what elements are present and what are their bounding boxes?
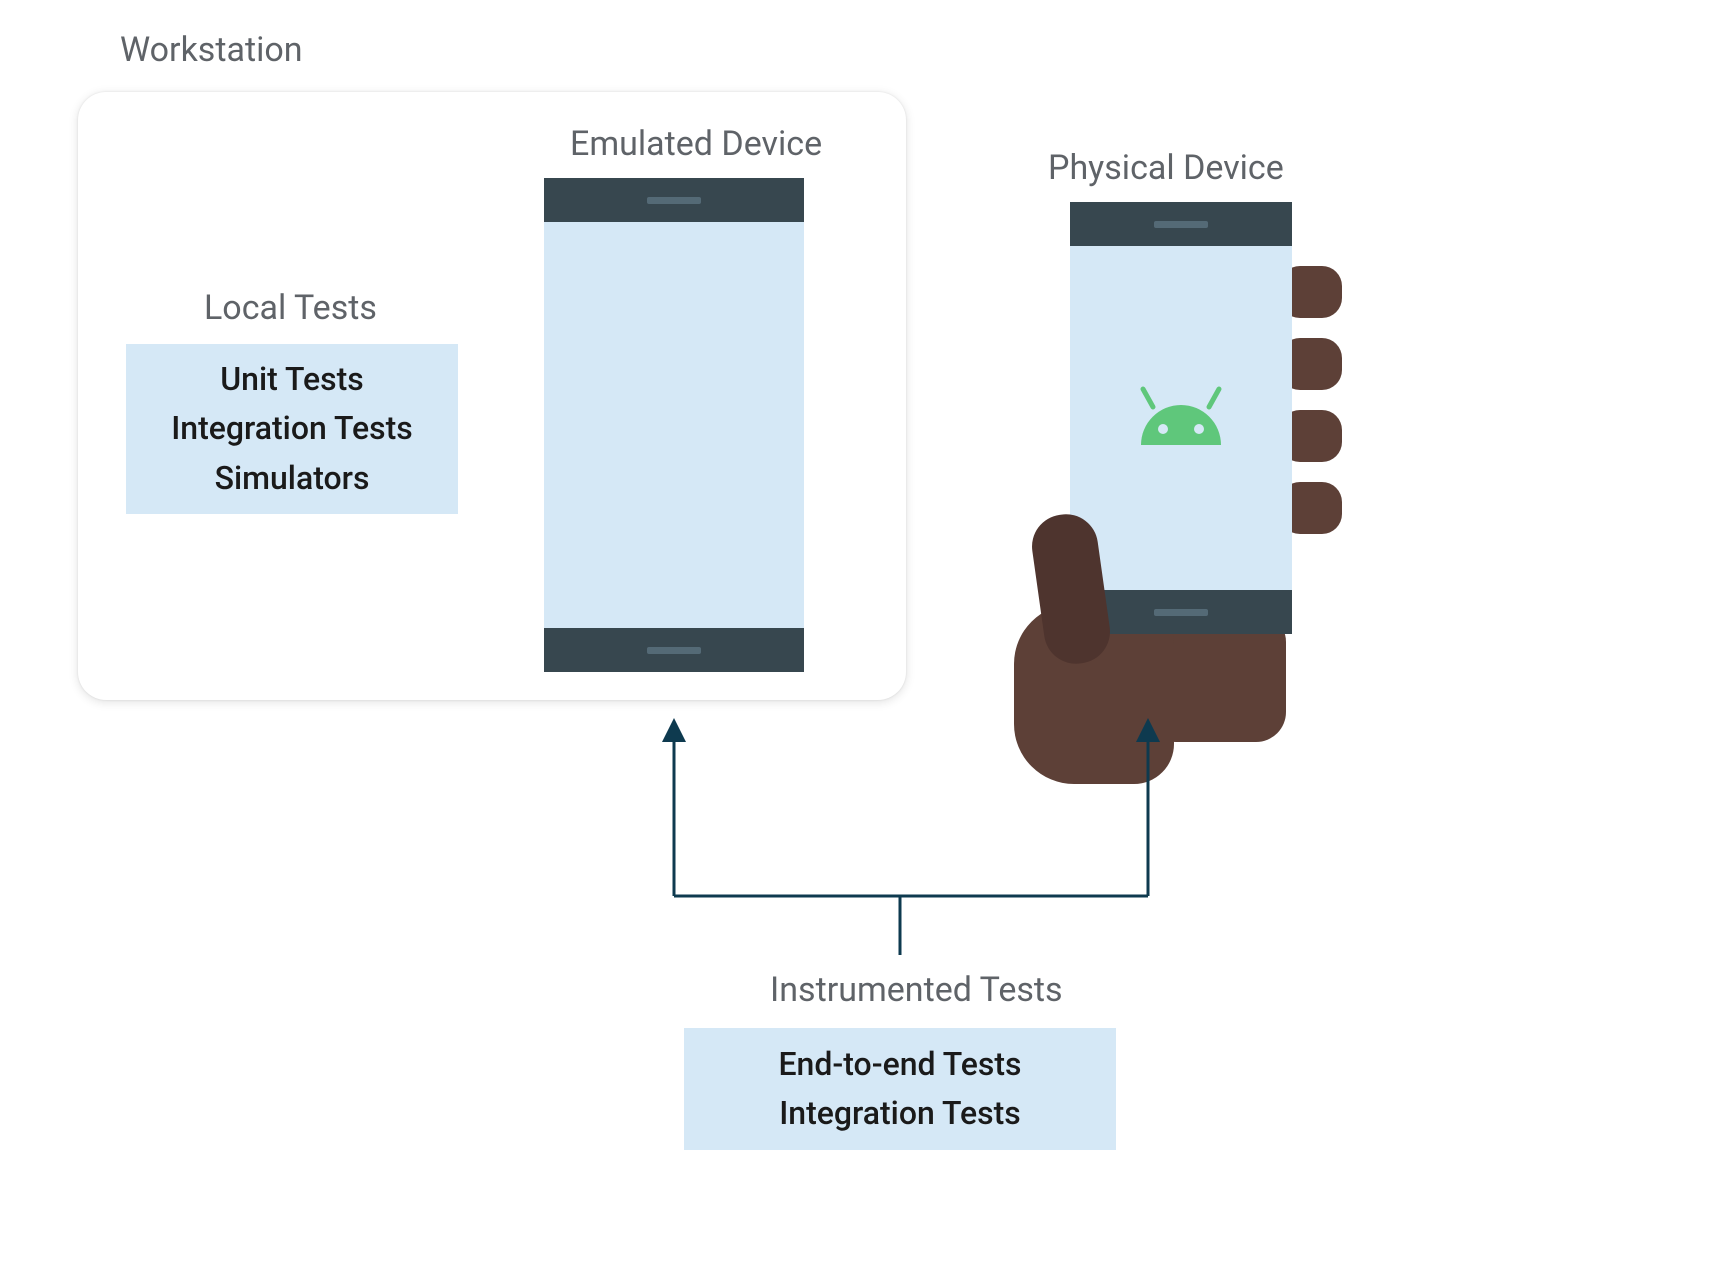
phone-top-bar — [544, 178, 804, 222]
android-logo-icon — [1121, 373, 1241, 463]
physical-device-label: Physical Device — [1048, 148, 1284, 188]
local-tests-item-unit: Unit Tests — [220, 358, 364, 401]
instrumented-tests-box: End-to-end Tests Integration Tests — [684, 1028, 1116, 1150]
emulated-device-label: Emulated Device — [570, 124, 822, 164]
local-tests-item-simulators: Simulators — [215, 457, 370, 500]
phone-speaker-icon — [1154, 221, 1208, 228]
instrumented-tests-item-e2e: End-to-end Tests — [778, 1043, 1021, 1086]
phone-bottom-bar — [544, 628, 804, 672]
emulated-device-icon — [544, 178, 804, 672]
local-tests-label: Local Tests — [204, 288, 377, 328]
phone-home-icon — [1154, 609, 1208, 616]
phone-speaker-icon — [647, 197, 701, 204]
workstation-label: Workstation — [120, 30, 303, 70]
phone-home-icon — [647, 647, 701, 654]
physical-device-icon — [1016, 202, 1316, 722]
local-tests-item-integration: Integration Tests — [171, 407, 413, 450]
local-tests-box: Unit Tests Integration Tests Simulators — [126, 344, 458, 514]
instrumented-tests-label: Instrumented Tests — [770, 970, 1063, 1010]
instrumented-tests-item-integration: Integration Tests — [779, 1092, 1021, 1135]
phone-top-bar — [1070, 202, 1292, 246]
